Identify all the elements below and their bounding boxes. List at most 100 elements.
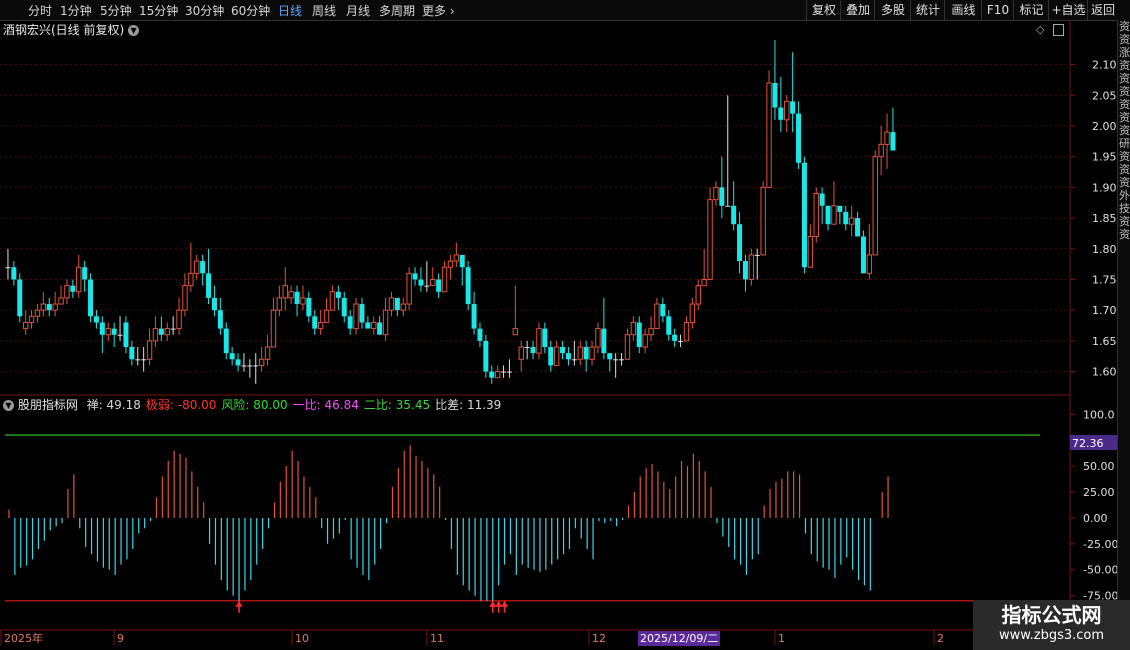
candle-body-down	[99, 322, 105, 335]
candle-body-down	[548, 347, 554, 366]
watermark-url: www.zbgs3.com	[998, 628, 1105, 643]
candle-body-down	[483, 340, 489, 372]
candle-body-up	[270, 309, 277, 348]
watermark: 指标公式网 www.zbgs3.com	[973, 600, 1130, 650]
candle-body-up	[648, 328, 654, 336]
candle-body-down	[158, 328, 164, 335]
candle-body-down	[347, 316, 353, 329]
candle-body-down	[206, 273, 212, 298]
candle-body-down	[253, 365, 259, 367]
candle-body-down	[613, 359, 619, 361]
time-label: 2	[937, 632, 944, 645]
candle-body-down	[890, 132, 896, 151]
candle-body-up	[642, 334, 648, 348]
candle-body-up	[371, 321, 377, 330]
candle-body-up	[595, 328, 601, 348]
candle-body-up	[329, 291, 336, 311]
strip-char: 涨	[1119, 46, 1130, 59]
buy-signal-arrow	[495, 600, 503, 607]
price-tick-label: 1.75	[1092, 273, 1117, 286]
candle-body-down	[636, 322, 642, 348]
candle-body-up	[695, 285, 701, 305]
strip-char: 资	[1119, 176, 1130, 189]
candle-body-down	[790, 101, 796, 114]
watermark-title: 指标公式网	[1001, 603, 1102, 627]
candle-body-down	[660, 304, 666, 317]
time-label: 2025年	[4, 631, 43, 645]
candle-body-up	[494, 371, 501, 379]
strip-char: 资	[1119, 98, 1130, 111]
candle-body-up	[288, 291, 294, 299]
candle-body-up	[884, 131, 890, 145]
candle-body-up	[441, 266, 448, 293]
candle-body-up	[182, 285, 188, 311]
indicator-tick-label: -50.00	[1083, 564, 1117, 577]
price-axis: 2.10 2.05 2.00 1.95 1.90 1.85 1.80 1.75 1.70 1.65…	[1070, 59, 1117, 379]
candle-body-down	[678, 340, 684, 342]
price-tick-label: 1.60	[1092, 366, 1117, 379]
candle-body-down	[412, 273, 418, 280]
candle-body-up	[282, 285, 288, 299]
candle-body-up	[152, 328, 159, 342]
chevron-down-icon[interactable]: ▼	[3, 400, 14, 411]
indicator-item-4: 二比: 35.45	[363, 398, 431, 412]
candles	[5, 40, 896, 384]
candle-body-down	[359, 304, 365, 323]
candle-body-down	[217, 310, 223, 329]
time-label: 12	[592, 632, 606, 645]
candle-body-up	[878, 143, 884, 158]
candle-body-down	[117, 334, 123, 336]
candle-body-up	[784, 100, 790, 121]
indicator-item-1: 极弱: -80.00	[145, 398, 217, 412]
candle-body-down	[229, 353, 235, 360]
indicator-tick-label: 25.00	[1083, 486, 1115, 499]
candle-body-up	[176, 309, 182, 330]
strip-char: 资	[1119, 111, 1130, 124]
candle-body-up	[760, 186, 766, 256]
candle-body-up	[866, 254, 873, 274]
buy-signal-arrow	[489, 600, 497, 607]
candle-body-up	[701, 278, 707, 287]
candle-body-down	[123, 322, 129, 348]
indicator-values: 禅: 49.18 极弱: -80.00 风险: 80.00 一比: 46.84 二比: …	[82, 398, 502, 412]
candle-body-down	[135, 359, 141, 361]
kline-chart[interactable]: 2.10 2.05 2.00 1.95 1.90 1.85 1.80 1.75 1.70 1.65…	[0, 0, 1117, 650]
candle-body-up	[553, 346, 560, 366]
candle-body-down	[571, 359, 577, 361]
candle-body-up	[518, 346, 524, 360]
candle-body-down	[607, 353, 613, 360]
strip-char: 资	[1119, 85, 1130, 98]
candle-body-down	[601, 328, 607, 354]
candle-body-down	[129, 347, 135, 360]
buy-signal-arrow	[235, 600, 243, 607]
candle-body-up	[831, 205, 837, 225]
candle-body-down	[46, 304, 52, 311]
candle-body-up	[28, 315, 35, 323]
candle-body-up	[276, 297, 283, 311]
candle-body-down	[141, 359, 147, 361]
candle-body-up	[589, 346, 595, 360]
right-info-strip: 资资涨资资资资资资研资资资外技资资	[1117, 20, 1130, 630]
candle-body-up	[194, 260, 200, 274]
candle-body-up	[353, 303, 359, 330]
candle-body-up	[400, 303, 406, 311]
candle-body-down	[506, 371, 512, 373]
candle-body-down	[737, 224, 743, 262]
indicator-bars	[5, 434, 1070, 602]
strip-char: 资	[1119, 124, 1130, 137]
candle-body-down	[542, 328, 548, 348]
candle-body-up	[430, 278, 436, 287]
indicator-item-5: 比差: 11.39	[435, 398, 502, 412]
cursor-date-label: 2025/12/09/二	[640, 632, 718, 645]
price-tick-label: 1.95	[1092, 151, 1117, 164]
time-label: 9	[117, 632, 124, 645]
candle-body-up	[34, 309, 41, 317]
candle-body-down	[241, 365, 247, 367]
candle-body-up	[382, 309, 389, 336]
price-tick-label: 2.00	[1092, 120, 1117, 133]
candle-body-up	[76, 266, 82, 293]
candle-body-down	[5, 267, 11, 269]
candle-body-down	[223, 328, 229, 354]
candle-body-up	[453, 254, 460, 262]
candle-body-down	[211, 297, 217, 311]
